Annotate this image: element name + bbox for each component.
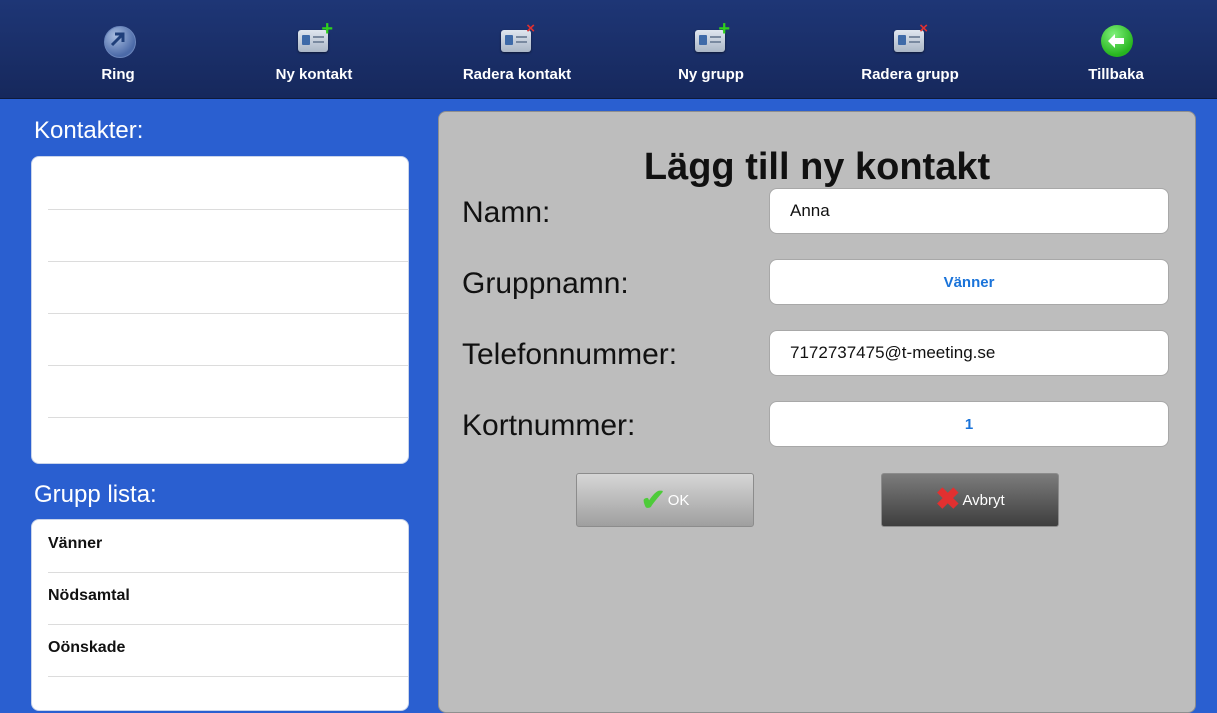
contact-row[interactable] <box>48 313 408 366</box>
ring-label: Ring <box>101 66 135 83</box>
toolbar: Ring + Ny kontakt × Radera kontakt + Ny … <box>0 0 1217 98</box>
new-contact-button[interactable]: + Ny kontakt <box>234 6 394 96</box>
group-select[interactable]: Vänner <box>769 259 1169 305</box>
phone-label: Telefonnummer: <box>462 338 678 371</box>
new-group-label: Ny grupp <box>678 66 744 83</box>
delete-group-label: Radera grupp <box>861 66 959 83</box>
group-row[interactable]: Oönskade <box>48 624 408 677</box>
add-group-icon: + <box>694 19 730 57</box>
name-input[interactable] <box>790 201 1160 221</box>
contact-row[interactable] <box>48 209 408 262</box>
cancel-button[interactable]: ✖ Avbryt <box>881 473 1059 527</box>
group-name: Vänner <box>48 535 103 552</box>
group-list[interactable]: Vänner Nödsamtal Oönskade <box>31 519 409 711</box>
add-contact-dialog: Lägg till ny kontakt Namn: Gruppnamn: Vä… <box>438 111 1196 713</box>
contact-row[interactable] <box>48 157 408 210</box>
group-row[interactable] <box>48 676 408 710</box>
ok-label: OK <box>667 491 690 509</box>
ok-button[interactable]: ✔ OK <box>576 473 754 527</box>
group-name: Oönskade <box>48 639 126 656</box>
dialog-title: Lägg till ny kontakt <box>643 146 991 188</box>
close-icon: ✖ <box>935 483 961 516</box>
back-button[interactable]: Tillbaka <box>1036 6 1196 96</box>
phone-call-icon <box>101 23 136 58</box>
short-number-select[interactable]: 1 <box>769 401 1169 447</box>
delete-group-icon: × <box>893 21 928 57</box>
name-field[interactable] <box>769 188 1169 234</box>
group-row[interactable]: Vänner <box>48 520 408 573</box>
short-number-label: Kortnummer: <box>462 409 636 442</box>
contact-row[interactable] <box>48 417 408 463</box>
cancel-label: Avbryt <box>962 491 1005 509</box>
contacts-title: Kontakter: <box>34 117 144 144</box>
new-group-button[interactable]: + Ny grupp <box>631 6 791 96</box>
groups-title: Grupp lista: <box>34 481 157 508</box>
phone-input[interactable] <box>790 343 1160 363</box>
contacts-list[interactable] <box>31 156 409 464</box>
back-label: Tillbaka <box>1088 66 1144 83</box>
delete-contact-label: Radera kontakt <box>462 66 572 83</box>
name-label: Namn: <box>462 196 551 229</box>
new-contact-label: Ny kontakt <box>275 66 353 83</box>
add-contact-icon: + <box>297 19 333 57</box>
delete-group-button[interactable]: × Radera grupp <box>830 6 990 96</box>
group-name: Nödsamtal <box>48 587 130 604</box>
ring-button[interactable]: Ring <box>38 6 198 96</box>
back-arrow-icon <box>1099 23 1133 57</box>
phone-field[interactable] <box>769 330 1169 376</box>
contact-row[interactable] <box>48 365 408 418</box>
group-select-value: Vänner <box>943 274 995 291</box>
group-name-label: Gruppnamn: <box>462 267 629 300</box>
contact-row[interactable] <box>48 261 408 314</box>
checkmark-icon: ✔ <box>640 484 666 517</box>
group-row[interactable]: Nödsamtal <box>48 572 408 625</box>
delete-contact-button[interactable]: × Radera kontakt <box>437 6 597 96</box>
short-number-value: 1 <box>964 416 974 433</box>
delete-contact-icon: × <box>500 21 535 57</box>
